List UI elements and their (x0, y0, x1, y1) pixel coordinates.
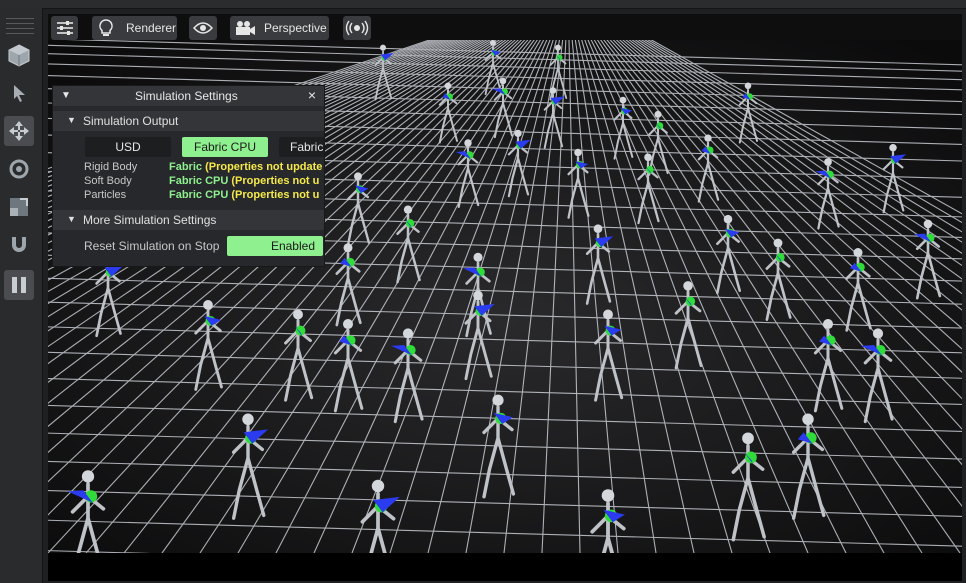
figure-head (473, 252, 483, 262)
figure-head (593, 224, 603, 234)
close-icon[interactable]: × (308, 87, 316, 103)
figure-head (203, 300, 213, 310)
rigid-body-value: Fabric (Properties not update (169, 161, 323, 173)
figure-head (923, 219, 933, 229)
section-collapse-icon: ▼ (67, 214, 76, 224)
figure-head (683, 281, 693, 291)
figure-joint-marker (646, 165, 654, 174)
figure-head (644, 153, 652, 162)
figure-head (872, 328, 884, 339)
figure-head (549, 87, 557, 94)
rigid-body-label: Rigid Body (84, 161, 138, 173)
visibility-button[interactable] (189, 16, 217, 40)
more-settings-section-header[interactable]: ▼ More Simulation Settings (53, 210, 324, 230)
figure-head (464, 139, 472, 147)
soft-body-value: Fabric CPU (Properties not u (169, 175, 320, 187)
more-settings-title: More Simulation Settings (83, 213, 217, 227)
figure-head (81, 470, 95, 483)
broadcast-icon (345, 20, 369, 36)
select-arrow-icon[interactable] (4, 78, 34, 108)
move-icon[interactable] (4, 116, 34, 146)
figure-head (293, 309, 303, 320)
figure-head (601, 489, 615, 502)
settings-sliders-button[interactable] (51, 16, 78, 40)
figure-head (379, 44, 387, 51)
figure-head (343, 243, 353, 253)
output-option-usd[interactable]: USD (85, 137, 171, 157)
reset-on-stop-label: Reset Simulation on Stop (84, 239, 220, 253)
renderer-button[interactable]: Renderer (92, 16, 177, 40)
figure-head (342, 318, 354, 330)
sliders-icon (56, 21, 73, 35)
camera-icon (236, 21, 255, 35)
output-option-fabric[interactable]: Fabric (279, 137, 324, 157)
figure-joint-marker (405, 219, 415, 228)
toolbar-grip[interactable] (6, 18, 34, 34)
figure-head (744, 82, 752, 90)
figure-joint-marker (745, 451, 757, 464)
figure-joint-marker (775, 253, 785, 262)
renderer-label: Renderer (126, 21, 177, 35)
viewport-bottom-bar (48, 553, 962, 581)
viewport-cube-icon[interactable] (4, 40, 34, 70)
figure-head (822, 318, 834, 330)
lightbulb-icon (99, 19, 113, 36)
camera-label: Perspective (264, 21, 327, 35)
particles-label: Particles (84, 189, 127, 201)
simulation-output-title: Simulation Output (83, 114, 179, 128)
figure-head (773, 238, 783, 248)
scale-icon[interactable] (4, 192, 34, 222)
figure-head (574, 148, 582, 157)
figure-head (242, 413, 254, 426)
figure-head (889, 143, 897, 152)
figure-joint-marker (295, 325, 306, 336)
figure-head (499, 77, 507, 85)
figure-joint-marker (556, 54, 563, 61)
figure-head (802, 413, 814, 426)
figure-head (824, 158, 832, 166)
panel-title: Simulation Settings (135, 89, 238, 103)
figure-head (853, 248, 863, 258)
particles-value: Fabric CPU (Properties not u (169, 189, 320, 201)
figure-head (403, 205, 413, 214)
figure-head (619, 96, 627, 104)
panel-titlebar[interactable]: ▼ Simulation Settings × (53, 86, 324, 106)
figure-head (554, 44, 562, 51)
figure-head (402, 328, 414, 339)
figure-head (723, 214, 733, 224)
figure-joint-marker (656, 122, 664, 130)
pause-icon[interactable] (4, 270, 34, 300)
viewport-toolbar: Renderer Perspective (48, 14, 962, 40)
figure-head (473, 290, 483, 301)
snap-magnet-icon[interactable] (4, 230, 34, 260)
section-collapse-icon: ▼ (67, 115, 76, 125)
eye-icon (193, 22, 213, 34)
figure-head (704, 134, 712, 142)
camera-button[interactable]: Perspective (230, 16, 329, 40)
broadcast-button[interactable] (343, 16, 371, 40)
figure-head (742, 432, 754, 445)
figure-head (490, 39, 496, 46)
figure-head (603, 309, 613, 320)
simulation-output-section-header[interactable]: ▼ Simulation Output (53, 111, 324, 131)
window-top-strip (0, 0, 966, 9)
figure-head (444, 82, 452, 90)
figure-head (371, 479, 385, 493)
soft-body-label: Soft Body (84, 175, 132, 187)
figure-head (492, 394, 504, 406)
simulation-settings-panel: ▼ Simulation Settings × ▼ Simulation Out… (52, 85, 325, 267)
collapse-triangle-icon[interactable]: ▼ (61, 90, 71, 101)
figure-joint-marker (685, 296, 696, 307)
figure-head (654, 110, 662, 118)
rotate-icon[interactable] (4, 154, 34, 184)
output-option-fabric-cpu[interactable]: Fabric CPU (182, 137, 268, 157)
left-toolbar (0, 8, 43, 583)
figure-head (514, 129, 522, 138)
reset-on-stop-toggle[interactable]: Enabled (227, 236, 323, 256)
figure-head (354, 172, 362, 181)
